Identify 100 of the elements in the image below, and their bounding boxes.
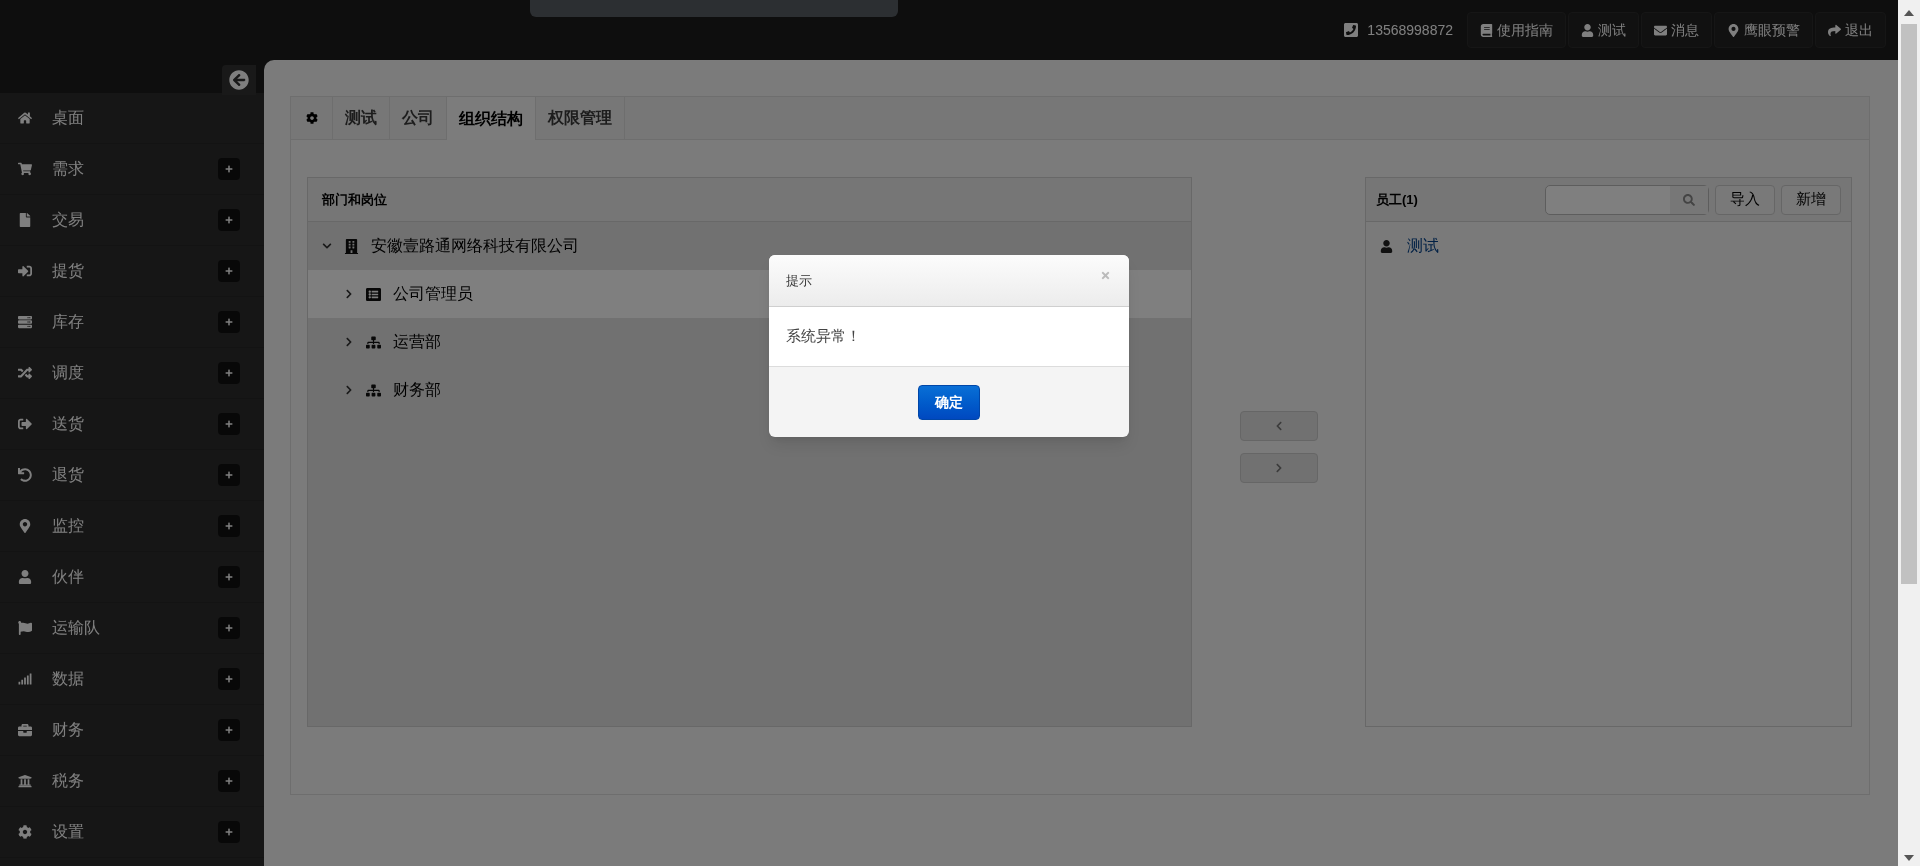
expand-button[interactable]: [218, 209, 240, 231]
tab[interactable]: 权限管理: [536, 97, 625, 139]
map-marker-icon: [1727, 23, 1740, 37]
sidebar-item[interactable]: 需求: [0, 144, 264, 195]
expand-button[interactable]: [218, 617, 240, 639]
chevron-right-icon[interactable]: [344, 337, 354, 347]
sidebar-label: 退货: [52, 465, 85, 485]
shuffle-icon: [18, 366, 32, 380]
bank-icon: [18, 774, 32, 788]
sidebar-label: 桌面: [52, 108, 85, 128]
plus-icon: [225, 471, 233, 479]
sidebar-item[interactable]: 监控: [0, 501, 264, 552]
sidebar-item[interactable]: 运输队: [0, 603, 264, 654]
toolbar-button[interactable]: 新增: [1781, 184, 1841, 215]
tab[interactable]: 组织结构: [447, 97, 536, 140]
user-icon: [1380, 239, 1393, 253]
sidebar-item[interactable]: 伙伴: [0, 552, 264, 603]
book-icon: [1480, 23, 1493, 37]
scrollbar-thumb[interactable]: [1901, 24, 1917, 584]
sidebar-item[interactable]: 交易: [0, 195, 264, 246]
sidebar-item[interactable]: 库存: [0, 297, 264, 348]
plus-icon: [225, 267, 233, 275]
cart-icon: [18, 162, 32, 176]
expand-button[interactable]: [218, 668, 240, 690]
sidebar-label: 送货: [52, 414, 85, 434]
sign-in-icon: [18, 264, 32, 278]
sidebar-label: 财务: [52, 720, 85, 740]
plus-icon: [225, 165, 233, 173]
undo-icon: [18, 468, 32, 482]
top-bar-link[interactable]: 使用指南: [1467, 12, 1566, 48]
dialog-title: 提示: [786, 271, 812, 290]
tab[interactable]: 测试: [333, 97, 390, 139]
employee-link[interactable]: 测试: [1407, 234, 1439, 258]
expand-button[interactable]: [218, 158, 240, 180]
expand-button[interactable]: [218, 770, 240, 792]
scroll-down-icon[interactable]: [1904, 855, 1914, 861]
sidebar-item[interactable]: 送货: [0, 399, 264, 450]
collapse-button[interactable]: [222, 64, 256, 95]
close-icon: [1099, 270, 1111, 281]
chevron-right-icon[interactable]: [344, 385, 354, 395]
tree-label: 公司管理员: [393, 284, 473, 304]
chevron-down-icon[interactable]: [322, 241, 332, 251]
settings-icon: [18, 825, 32, 839]
phone-number: 13568998872: [1367, 20, 1453, 40]
expand-button[interactable]: [218, 515, 240, 537]
sidebar-item[interactable]: 退货: [0, 450, 264, 501]
arrow-left-icon: [229, 69, 249, 90]
plus-icon: [225, 420, 233, 428]
expand-button[interactable]: [218, 413, 240, 435]
sidebar-item[interactable]: 财务: [0, 705, 264, 756]
expand-button[interactable]: [218, 362, 240, 384]
expand-button[interactable]: [218, 719, 240, 741]
plus-icon: [225, 675, 233, 683]
top-bar-link[interactable]: 消息: [1641, 12, 1712, 48]
sidebar-label: 运输队: [52, 618, 101, 638]
expand-button[interactable]: [218, 311, 240, 333]
sidebar-item[interactable]: 数据: [0, 654, 264, 705]
plus-icon: [225, 726, 233, 734]
sitemap-icon: [366, 382, 381, 398]
panel-title: 员工(1): [1376, 190, 1419, 209]
sidebar-label: 库存: [52, 312, 85, 332]
server-icon: [18, 315, 32, 329]
sidebar-label: 设置: [52, 822, 85, 842]
building-icon: [344, 238, 359, 254]
plus-icon: [225, 573, 233, 581]
sidebar-item[interactable]: 税务: [0, 756, 264, 807]
tree-label: 安徽壹路通网络科技有限公司: [371, 236, 579, 256]
plus-icon: [225, 522, 233, 530]
sidebar-label: 调度: [52, 363, 85, 383]
expand-button[interactable]: [218, 821, 240, 843]
confirm-button[interactable]: 确定: [918, 384, 980, 420]
sidebar-label: 交易: [52, 210, 85, 230]
tree-label: 运营部: [393, 332, 441, 352]
phone-icon: [1343, 22, 1360, 38]
top-bar-link[interactable]: 测试: [1568, 12, 1639, 48]
map-marker-icon: [18, 519, 32, 533]
expand-button[interactable]: [218, 464, 240, 486]
list-icon: [366, 286, 381, 302]
file-icon: [18, 213, 32, 227]
sidebar-label: 数据: [52, 669, 85, 689]
plus-icon: [225, 624, 233, 632]
plus-icon: [225, 777, 233, 785]
sidebar-label: 监控: [52, 516, 85, 536]
sidebar-item[interactable]: 调度: [0, 348, 264, 399]
expand-button[interactable]: [218, 260, 240, 282]
sitemap-icon: [366, 334, 381, 350]
expand-button[interactable]: [218, 566, 240, 588]
panel-title: 部门和岗位: [322, 190, 387, 209]
toolbar-button[interactable]: 导入: [1715, 184, 1775, 215]
search-icon[interactable]: [1683, 193, 1695, 206]
home-icon: [18, 111, 32, 125]
scroll-up-icon[interactable]: [1904, 10, 1914, 16]
sidebar-item[interactable]: 设置: [0, 807, 264, 858]
sidebar-label: 伙伴: [52, 567, 85, 587]
chevron-right-icon[interactable]: [344, 289, 354, 299]
settings-icon: [305, 112, 318, 124]
search-field[interactable]: [1545, 184, 1709, 215]
top-bar-link[interactable]: 退出: [1815, 12, 1886, 48]
top-bar-link[interactable]: 鹰眼预警: [1714, 12, 1813, 48]
sidebar-item[interactable]: 提货: [0, 246, 264, 297]
